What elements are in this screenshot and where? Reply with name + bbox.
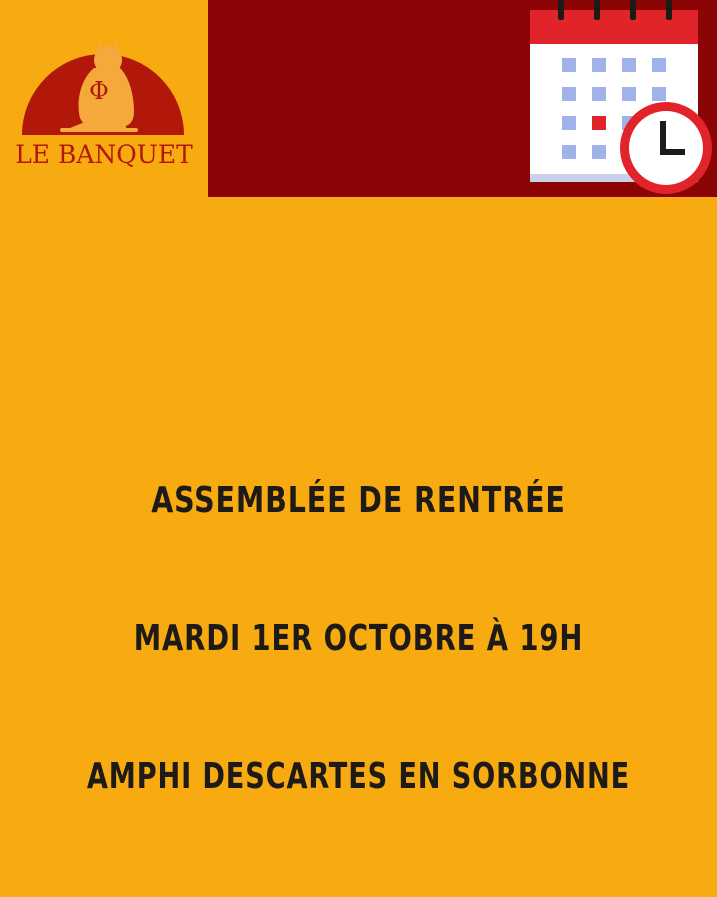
le-banquet-logo: Φ LE BANQUET [0, 0, 208, 197]
event-title: ASSEMBLÉE DE RENTRÉE [151, 480, 566, 521]
event-date-time: MARDI 1ER OCTOBRE À 19H [133, 618, 584, 659]
phi-symbol: Φ [89, 77, 109, 105]
event-location: AMPHI DESCARTES EN SORBONNE [86, 756, 631, 797]
brand-name: LE BANQUET [15, 140, 193, 169]
calendar-clock-icon [520, 0, 717, 197]
